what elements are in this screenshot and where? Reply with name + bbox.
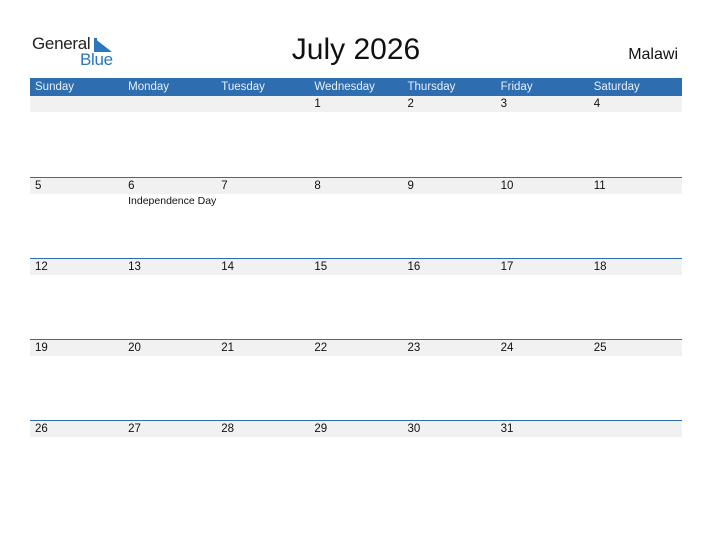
- day-cell: 27: [123, 421, 216, 437]
- day-cell: 14: [216, 259, 309, 275]
- day-number: 25: [593, 342, 607, 354]
- day-cell: 4: [589, 96, 682, 112]
- day-cell: 28: [216, 421, 309, 437]
- day-number: 5: [35, 180, 42, 192]
- day-cell: 3: [496, 96, 589, 112]
- weekday-friday: Friday: [500, 81, 533, 93]
- day-number: 8: [314, 180, 321, 192]
- calendar-title: July 2026: [291, 33, 421, 66]
- weekday-header: Sunday Monday Tuesday Wednesday Thursday…: [30, 78, 682, 96]
- day-cell: 30: [403, 421, 496, 437]
- day-number: 29: [314, 423, 328, 435]
- day-number: 27: [128, 423, 141, 435]
- day-number: 30: [407, 423, 421, 435]
- day-cell: 26: [30, 421, 123, 437]
- day-number: 19: [35, 342, 48, 354]
- day-number: 15: [314, 261, 328, 273]
- day-cell: 25: [589, 340, 682, 356]
- weekday-saturday: Saturday: [593, 81, 640, 93]
- day-number: 10: [500, 180, 514, 192]
- day-cell: 22: [309, 340, 402, 356]
- day-number: 11: [593, 180, 606, 192]
- week-row: 12 13 14 15 16 17 18: [30, 258, 682, 339]
- week-row: 19 20 21 22 23 24 25: [30, 339, 682, 420]
- day-cell: 13: [123, 259, 216, 275]
- day-cell: 23: [403, 340, 496, 356]
- day-number: 12: [35, 261, 48, 273]
- day-number: 7: [221, 180, 228, 192]
- day-number: 21: [221, 342, 235, 354]
- day-number: 17: [500, 261, 514, 273]
- day-number: 1: [314, 98, 321, 110]
- holiday-event: Independence Day: [128, 195, 217, 207]
- day-number: 3: [500, 98, 508, 110]
- day-number: 23: [407, 342, 421, 354]
- day-cell: 12: [30, 259, 123, 275]
- day-cell: 1: [309, 96, 402, 112]
- day-cell: 5: [30, 178, 123, 194]
- day-number: 2: [407, 98, 414, 110]
- weekday-wednesday: Wednesday: [314, 81, 375, 93]
- day-number: 4: [593, 98, 601, 110]
- day-cell: 2: [403, 96, 496, 112]
- day-cell: 20: [123, 340, 216, 356]
- day-cell: [216, 96, 309, 112]
- day-number: 9: [407, 180, 414, 192]
- day-cell: 10: [496, 178, 589, 194]
- weekday-thursday: Thursday: [407, 81, 456, 93]
- day-number: 6: [128, 180, 135, 192]
- day-number: 31: [500, 423, 514, 435]
- day-number: 24: [500, 342, 514, 354]
- day-number: 22: [314, 342, 328, 354]
- day-cell: 15: [309, 259, 402, 275]
- day-cell: 11: [589, 178, 682, 194]
- day-cell: 9: [403, 178, 496, 194]
- day-cell: 19: [30, 340, 123, 356]
- day-cell: 6 Independence Day: [123, 178, 216, 207]
- day-number: 14: [221, 261, 235, 273]
- country-label: Malawi: [628, 46, 678, 63]
- day-cell: [589, 421, 682, 437]
- weekday-sunday: Sunday: [35, 81, 75, 93]
- day-cell: 16: [403, 259, 496, 275]
- day-cell: 17: [496, 259, 589, 275]
- week-row: 1 2 3 4: [30, 96, 682, 177]
- day-cell: 24: [496, 340, 589, 356]
- day-cell: 7: [216, 178, 309, 194]
- day-cell: [123, 96, 216, 112]
- day-number: 28: [221, 423, 235, 435]
- day-number: 16: [407, 261, 421, 273]
- weekday-tuesday: Tuesday: [221, 81, 265, 93]
- day-cell: 29: [309, 421, 402, 437]
- day-number: 13: [128, 261, 141, 273]
- day-cell: [30, 96, 123, 112]
- weekday-monday: Monday: [128, 81, 170, 93]
- day-cell: 8: [309, 178, 402, 194]
- day-cell: 31: [496, 421, 589, 437]
- day-cell: 21: [216, 340, 309, 356]
- week-row: 5 6 Independence Day 7 8 9 10 11: [30, 177, 682, 258]
- day-number: 20: [128, 342, 141, 354]
- week-row: 26 27 28 29 30 31: [30, 420, 682, 501]
- day-number: 18: [593, 261, 607, 273]
- day-cell: 18: [589, 259, 682, 275]
- calendar-grid: Sunday Monday Tuesday Wednesday Thursday…: [30, 78, 682, 501]
- day-number: 26: [35, 423, 48, 435]
